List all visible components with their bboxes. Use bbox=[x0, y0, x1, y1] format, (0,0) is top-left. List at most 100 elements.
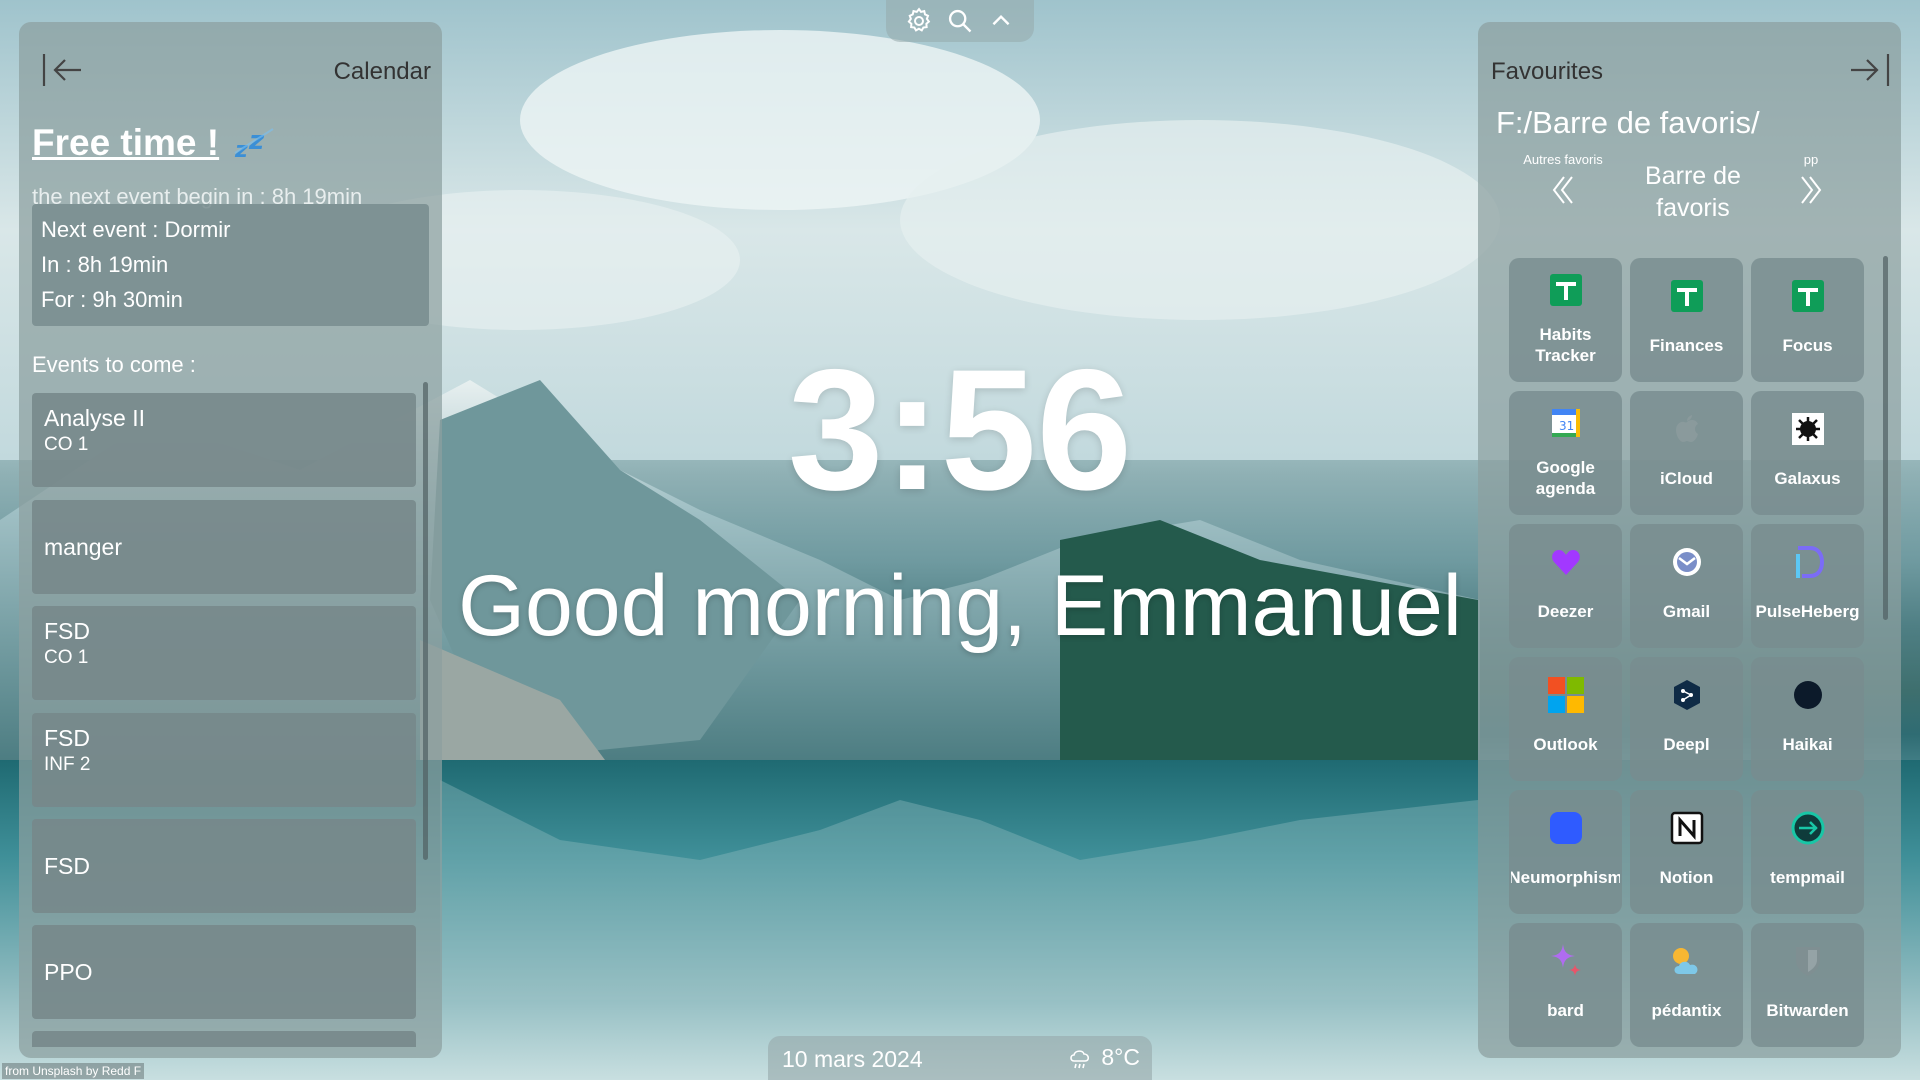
favourite-tile[interactable]: iCloud bbox=[1630, 391, 1743, 515]
greeting: Good morning, Emmanuel bbox=[458, 558, 1462, 654]
sheets-icon bbox=[1791, 280, 1824, 312]
folder-navigation: Autres favoris Barre de favoris pp bbox=[1498, 152, 1878, 252]
favourite-tile[interactable]: Galaxus bbox=[1751, 391, 1864, 515]
previous-folder-button[interactable]: Autres favoris bbox=[1498, 152, 1628, 207]
search-button[interactable] bbox=[944, 5, 976, 37]
favourite-tile[interactable]: Outlook bbox=[1509, 657, 1622, 781]
apple-icon bbox=[1675, 415, 1698, 442]
dot-icon bbox=[1793, 681, 1822, 709]
favourite-name: Outlook bbox=[1533, 734, 1598, 754]
favourite-tile[interactable]: Focus bbox=[1751, 258, 1864, 382]
event-item[interactable]: FSD INF 2 bbox=[32, 713, 416, 807]
favourite-tile[interactable]: Gmail bbox=[1630, 524, 1743, 648]
favourite-name: PulseHeberg bbox=[1755, 601, 1860, 621]
favourite-name: Bitwarden bbox=[1766, 1000, 1849, 1020]
favourite-tile[interactable]: pédantix bbox=[1630, 923, 1743, 1047]
collapse-button[interactable] bbox=[985, 5, 1017, 37]
arrow-right-icon bbox=[1851, 54, 1890, 86]
favourite-name: Google agenda bbox=[1535, 458, 1596, 498]
folder-path: F:/Barre de favoris/ bbox=[1496, 105, 1760, 140]
event-item[interactable]: FSD bbox=[32, 819, 416, 913]
events-scrollbar[interactable] bbox=[423, 382, 428, 860]
calendar-header: Calendar bbox=[41, 50, 431, 90]
favourite-name: Galaxus bbox=[1774, 468, 1841, 488]
previous-folder-label: Autres favoris bbox=[1523, 152, 1603, 167]
sleeping-icon: z z bbox=[233, 123, 277, 168]
google-calendar-icon: 31 bbox=[1551, 409, 1580, 437]
favourite-tile[interactable]: Neumorphism bbox=[1509, 790, 1622, 914]
favourite-tile[interactable]: Finances bbox=[1630, 258, 1743, 382]
favourite-name: Gmail bbox=[1662, 601, 1711, 621]
favourite-tile[interactable]: tempmail bbox=[1751, 790, 1864, 914]
temperature: 8°C bbox=[1101, 1044, 1140, 1070]
sparkle-icon bbox=[1550, 944, 1581, 976]
event-item[interactable]: FSD CO 1 bbox=[32, 606, 416, 700]
chevron-double-left-icon bbox=[1552, 176, 1573, 204]
square-icon bbox=[1549, 812, 1582, 844]
favourites-grid: Habits Tracker Finances Focus 31 Google … bbox=[1509, 258, 1864, 1048]
events-list: Analyse II CO 1 manger FSD CO 1 FSD INF … bbox=[32, 393, 416, 1047]
pulseheberg-icon bbox=[1795, 546, 1824, 578]
favourite-name: Focus bbox=[1782, 335, 1833, 355]
favourite-tile[interactable]: Deezer bbox=[1509, 524, 1622, 648]
event-name: manger bbox=[44, 534, 122, 560]
favourite-name: bard bbox=[1547, 1000, 1584, 1020]
svg-text:z: z bbox=[248, 126, 265, 156]
favourite-tile[interactable]: Notion bbox=[1630, 790, 1743, 914]
next-event-card[interactable]: Next event : Dormir In : 8h 19min For : … bbox=[32, 204, 429, 326]
favourites-title: Favourites bbox=[1491, 58, 1604, 85]
date-display: 10 mars 2024 bbox=[782, 1046, 923, 1072]
favourite-name: Deezer bbox=[1537, 601, 1594, 621]
events-heading: Events to come : bbox=[32, 352, 196, 377]
event-name: PPO bbox=[44, 959, 93, 985]
event-room: CO 1 bbox=[44, 647, 89, 668]
event-name: FSD bbox=[44, 853, 90, 879]
favourite-name: pédantix bbox=[1651, 1000, 1722, 1020]
favourite-tile[interactable]: Bitwarden bbox=[1751, 923, 1864, 1047]
calendar-title: Calendar bbox=[333, 58, 431, 85]
cloud-rain-icon bbox=[1070, 1049, 1090, 1068]
microsoft-icon bbox=[1547, 677, 1584, 713]
event-name: Analyse II bbox=[44, 405, 145, 431]
favourite-name: Finances bbox=[1649, 335, 1724, 355]
favourite-name: Deepl bbox=[1663, 734, 1710, 754]
next-event-in: In : 8h 19min bbox=[41, 252, 169, 277]
search-icon bbox=[948, 9, 972, 33]
tempmail-icon bbox=[1791, 811, 1824, 845]
gmail-icon bbox=[1672, 548, 1701, 576]
event-item[interactable]: manger bbox=[32, 500, 416, 594]
collapse-right-button[interactable] bbox=[1847, 50, 1891, 90]
event-item[interactable]: PPO bbox=[32, 925, 416, 1019]
sheets-icon bbox=[1670, 280, 1703, 312]
galaxus-icon bbox=[1791, 413, 1824, 445]
notion-icon bbox=[1670, 811, 1703, 845]
clock: 3:56 bbox=[787, 334, 1133, 526]
favourites-scrollbar[interactable] bbox=[1883, 256, 1888, 620]
free-time-title: Free time ! z z bbox=[32, 122, 277, 168]
chevron-double-right-icon bbox=[1801, 176, 1822, 204]
svg-text:31: 31 bbox=[1559, 419, 1574, 433]
arrow-left-icon bbox=[42, 54, 81, 86]
collapse-left-button[interactable] bbox=[41, 50, 85, 90]
favourite-tile[interactable]: Deepl bbox=[1630, 657, 1743, 781]
next-event-name: Next event : Dormir bbox=[41, 217, 231, 242]
settings-button[interactable] bbox=[903, 5, 935, 37]
favourite-tile[interactable]: Habits Tracker bbox=[1509, 258, 1622, 382]
photo-credit[interactable]: from Unsplash by Redd F bbox=[2, 1063, 145, 1079]
favourite-name: Habits Tracker bbox=[1535, 325, 1596, 365]
bottom-bar: 10 mars 2024 8°C bbox=[768, 1036, 1152, 1080]
deepl-icon bbox=[1673, 680, 1700, 710]
weather-display[interactable]: 8°C bbox=[1067, 1044, 1140, 1071]
favourite-tile[interactable]: 31 Google agenda bbox=[1509, 391, 1622, 515]
favourite-tile[interactable]: PulseHeberg bbox=[1751, 524, 1864, 648]
top-toolbar bbox=[886, 0, 1034, 42]
next-folder-button[interactable]: pp bbox=[1746, 152, 1876, 207]
chevron-up-icon bbox=[992, 14, 1010, 26]
gear-icon bbox=[907, 7, 930, 32]
event-item[interactable]: Analyse II CO 1 bbox=[32, 393, 416, 487]
favourite-tile[interactable]: bard bbox=[1509, 923, 1622, 1047]
event-item[interactable] bbox=[32, 1031, 416, 1047]
favourite-tile[interactable]: Haikai bbox=[1751, 657, 1864, 781]
event-name: FSD bbox=[44, 618, 90, 644]
favourite-name: Neumorphism bbox=[1511, 867, 1620, 887]
